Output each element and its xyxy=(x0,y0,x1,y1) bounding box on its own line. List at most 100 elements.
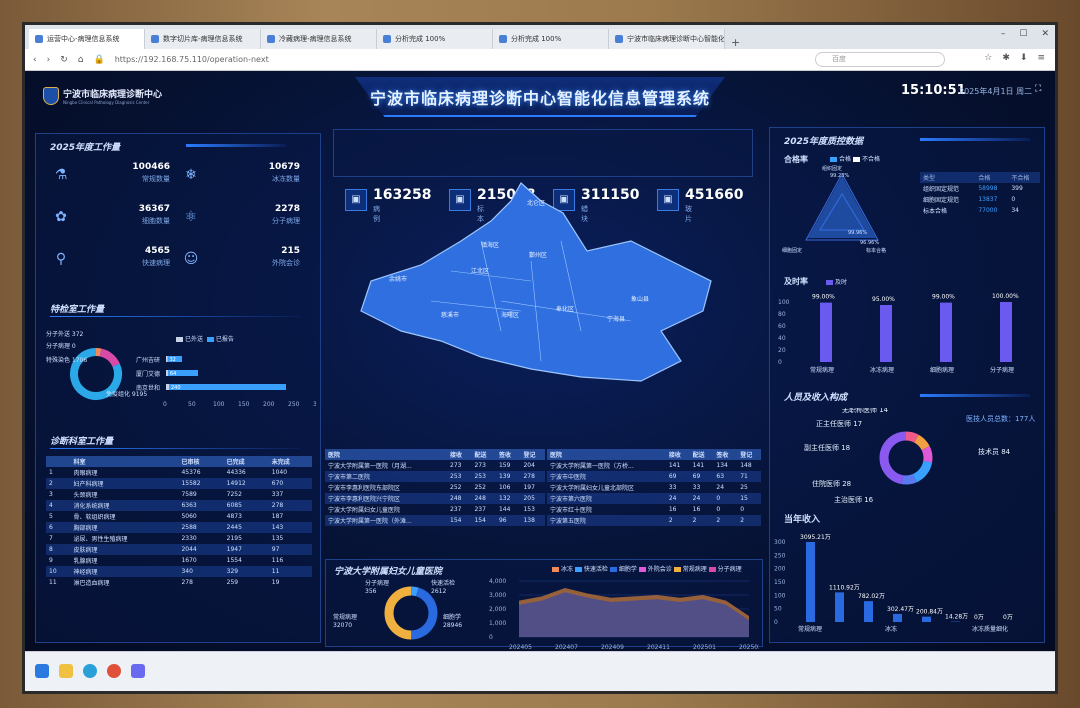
legend-swatch xyxy=(826,280,833,285)
reload-icon[interactable]: ↻ xyxy=(60,55,68,65)
table-cell: 154 xyxy=(450,517,462,524)
download-icon[interactable]: ⬇ xyxy=(1020,53,1028,63)
browser-tab[interactable]: 宁波市临床病理诊断中心智能化... xyxy=(609,29,725,49)
browser-tab[interactable]: 数字切片库-病理信息系统 xyxy=(145,29,261,49)
extensions-icon[interactable]: ✱ xyxy=(1002,53,1010,63)
radar-label: 标本合格 xyxy=(866,247,886,254)
cell-icon: ✿ xyxy=(55,209,67,225)
title-decoration xyxy=(920,394,1030,397)
table-cell: 1 xyxy=(49,469,53,476)
menu-icon[interactable]: ≡ xyxy=(1037,53,1045,63)
table-header: 科室 已审核 已完成 未完成 xyxy=(46,456,312,467)
table-cell: 宁波大学附属第一医院（外滩... xyxy=(328,518,412,525)
workload-title: 2025年度工作量 xyxy=(50,143,121,153)
radar-area xyxy=(808,176,876,238)
table-cell: 63 xyxy=(716,473,725,480)
search-input[interactable]: 百度 xyxy=(815,52,945,67)
timely-bar-chart: 100 80 60 40 20 0 99.00% 常规病理 95.00% 冰冻病理 99.00% 细胞… xyxy=(778,293,1019,374)
pass-legend: 合格 不合格 xyxy=(830,154,880,163)
browser-tab[interactable]: 分析完成 100% xyxy=(493,29,609,49)
table-cell: 278 xyxy=(523,473,535,480)
bar-tick: 100 xyxy=(213,401,225,408)
table-cell: 58998 xyxy=(978,185,998,192)
home-icon[interactable]: ⌂ xyxy=(78,55,84,65)
tab-favicon-icon xyxy=(267,35,275,43)
browser-tab[interactable]: 冷藏病理-病理信息系统 xyxy=(261,29,377,49)
axis-tick: 0 xyxy=(778,359,782,366)
table-cell: 24 xyxy=(668,495,677,502)
table-cell: 340 xyxy=(181,568,193,575)
axis-tick: 100 xyxy=(774,592,786,599)
org-name: 宁波市临床病理诊断中心 xyxy=(63,90,163,100)
table-cell: 204 xyxy=(523,462,535,469)
table-cell: 143 xyxy=(271,524,284,531)
close-icon[interactable]: ✕ xyxy=(1041,29,1049,39)
bar-value: 240 xyxy=(171,385,181,391)
table-cell: 16 xyxy=(692,506,701,513)
axis-tick: 0 xyxy=(774,619,778,626)
table-cell: 宁波市第二医院 xyxy=(328,474,371,481)
workload-value: 215 xyxy=(281,246,300,256)
new-tab-icon[interactable]: + xyxy=(731,36,740,49)
table-cell: 187 xyxy=(271,513,284,520)
bar-tick: 300 xyxy=(313,401,316,408)
table-cell: 10 xyxy=(49,568,57,575)
axis-tick: 50 xyxy=(774,606,782,613)
table-row: 4 消化系统病理 6363 6085 278 xyxy=(46,500,312,511)
table-cell: 71 xyxy=(740,473,748,480)
staff-donut-slice xyxy=(921,445,933,463)
windows-icon[interactable] xyxy=(35,664,49,678)
maximize-icon[interactable]: ☐ xyxy=(1019,29,1027,39)
table-cell: 135 xyxy=(271,535,284,542)
bar-tick: 50 xyxy=(188,401,196,408)
table-cell: 154 xyxy=(474,517,486,524)
axis-tick: 2,000 xyxy=(489,606,506,613)
browser-tab[interactable]: 运营中心-病理信息系统 xyxy=(29,29,145,49)
diag-title: 诊断科室工作量 xyxy=(50,437,114,447)
income-bar xyxy=(806,542,815,622)
staff-label: 正主任医师 17 xyxy=(816,419,862,428)
workload-item: ⚛ 2278 分子病理 xyxy=(180,204,300,230)
minimize-icon[interactable]: – xyxy=(1001,29,1006,39)
table-row: 8 皮肤病理 2044 1947 97 xyxy=(46,544,312,555)
timely-bar xyxy=(940,302,952,362)
staff-label: 副主任医师 18 xyxy=(804,443,850,452)
table-cell: 组织固定规范 xyxy=(923,186,960,193)
org-subtitle: Ningbo Clinical Pathology Diagnosis Cent… xyxy=(63,100,150,105)
axis-tick: 300 xyxy=(774,539,786,546)
bar-category: 广州吉研 xyxy=(136,356,160,364)
income-value: 200.84万 xyxy=(916,609,943,616)
table-cell: 2 xyxy=(740,517,745,524)
table-cell: 4873 xyxy=(226,513,242,520)
axis-tick: 202501 xyxy=(693,644,716,651)
table-row: 细胞固定规范 13837 0 xyxy=(920,194,1040,205)
map-district-label: 宁海县 xyxy=(607,315,625,323)
table-cell: 19 xyxy=(271,579,280,586)
bar-value: 32 xyxy=(170,357,176,363)
back-icon[interactable]: ‹ xyxy=(33,55,37,65)
table-cell: 医院 xyxy=(550,452,563,459)
url-field[interactable]: https://192.168.75.110/operation-next xyxy=(115,55,269,64)
map-district-label: 慈溪市 xyxy=(441,311,459,319)
app-icon[interactable] xyxy=(131,664,145,678)
table-row: 宁波市第二医院 253 253 139 278 xyxy=(325,471,545,482)
axis-tick: 0 xyxy=(489,634,493,641)
browser-tab[interactable]: 分析完成 100% xyxy=(377,29,493,49)
table-row: 5 骨、软组织病理 5060 4873 187 xyxy=(46,511,312,522)
table-cell: 2588 xyxy=(181,524,197,531)
table-row: 宁波大学附属第一医院（外滩... 154 154 96 138 xyxy=(325,515,545,526)
table-cell: 15582 xyxy=(181,480,201,487)
forward-icon[interactable]: › xyxy=(47,55,51,65)
table-cell: 248 xyxy=(474,495,486,502)
edge-icon[interactable] xyxy=(83,664,97,678)
star-icon[interactable]: ☆ xyxy=(984,53,992,63)
fullscreen-icon[interactable]: ⛶ xyxy=(1035,84,1041,94)
file-explorer-icon[interactable] xyxy=(59,664,73,678)
chrome-icon[interactable] xyxy=(107,664,121,678)
table-cell: 11 xyxy=(49,579,57,586)
right-panel: 2025年度质控数据 合格率 合格 不合格 组织固定 99.23% 细胞固定 96.9… xyxy=(769,127,1045,643)
workload-item: ⚲ 4565 快速病理 xyxy=(50,246,170,272)
table-cell: 252 xyxy=(474,484,486,491)
income-bar xyxy=(864,601,873,622)
table-cell: 69 xyxy=(692,473,701,480)
